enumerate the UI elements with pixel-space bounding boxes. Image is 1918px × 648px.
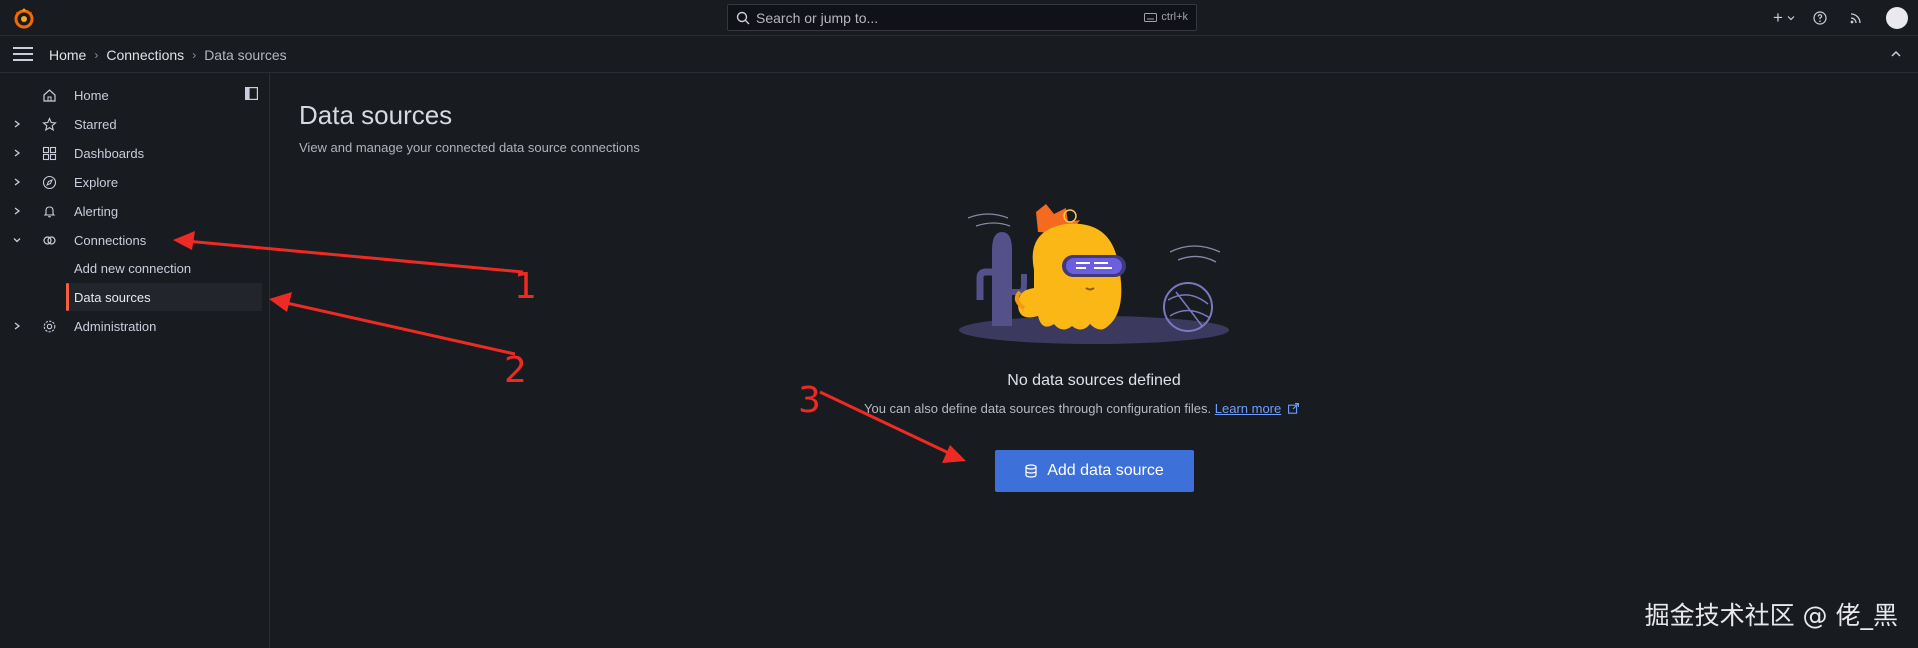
chevron-right-icon[interactable] [12, 177, 22, 187]
bell-icon [43, 206, 56, 218]
rss-icon [1850, 13, 1861, 24]
keyboard-icon [1144, 12, 1158, 22]
chevron-up-icon[interactable] [1890, 48, 1902, 60]
database-icon [1025, 464, 1037, 478]
external-link-icon[interactable] [1287, 403, 1299, 414]
compass-icon [42, 175, 57, 190]
empty-state-illustration [959, 204, 1229, 344]
breadcrumb-bar: Home › Connections › Data sources [0, 36, 1918, 73]
breadcrumb-current: Data sources [204, 47, 287, 63]
sidebar-item-label: Connections [74, 233, 147, 248]
breadcrumb: Home › Connections › Data sources [49, 47, 287, 63]
empty-state-title: No data sources defined [1007, 372, 1181, 389]
topbar-actions: + [1766, 0, 1918, 36]
sidebar-item-administration[interactable]: Administration [0, 312, 262, 340]
grid-icon [42, 146, 57, 161]
search-icon [736, 11, 750, 24]
menu-icon[interactable] [13, 47, 33, 61]
home-icon [43, 89, 56, 102]
sidebar-item-add-new-connection[interactable]: Add new connection [66, 254, 262, 282]
news-button[interactable] [1838, 0, 1874, 36]
sidebar-item-dashboards[interactable]: Dashboards [0, 139, 262, 167]
breadcrumb-connections[interactable]: Connections [106, 47, 184, 63]
user-avatar[interactable] [1886, 7, 1908, 29]
annotation-number-1: 1 [514, 266, 537, 307]
top-bar: Search or jump to... ctrl+k + [0, 0, 1918, 36]
sidebar-item-starred[interactable]: Starred [0, 110, 262, 138]
cog-icon [43, 320, 56, 333]
search-placeholder: Search or jump to... [756, 9, 879, 26]
page-subtitle: View and manage your connected data sour… [299, 140, 640, 155]
search-shortcut: ctrl+k [1144, 11, 1188, 23]
breadcrumb-separator: › [192, 48, 197, 62]
annotation-number-2: 2 [504, 350, 527, 391]
annotation-arrow-2 [269, 292, 516, 356]
sidebar-item-data-sources[interactable]: Data sources [66, 283, 262, 311]
sidebar-item-explore[interactable]: Explore [0, 168, 262, 196]
sidebar-item-home[interactable]: Home [0, 81, 262, 109]
plus-icon: + [1773, 8, 1783, 27]
empty-state-description: You can also define data sources through… [864, 401, 1324, 416]
search-shortcut-label: ctrl+k [1161, 11, 1188, 23]
chevron-right-icon[interactable] [12, 321, 22, 331]
new-menu-button[interactable]: + [1766, 0, 1802, 36]
sidebar-item-alerting[interactable]: Alerting [0, 197, 262, 225]
sidebar-item-label: Administration [74, 319, 157, 334]
sidebar-item-connections[interactable]: Connections [0, 226, 262, 254]
chevron-right-icon[interactable] [12, 119, 22, 129]
connections-icon [43, 236, 56, 245]
chevron-right-icon[interactable] [12, 148, 22, 158]
sidebar: Home Starred Dashboards Explore Alerting… [0, 73, 270, 648]
sidebar-item-label: Alerting [74, 204, 119, 219]
add-data-source-button[interactable]: Add data source [995, 450, 1194, 492]
help-icon [1813, 11, 1827, 25]
add-data-source-label: Add data source [1047, 462, 1164, 479]
chevron-right-icon[interactable] [12, 206, 22, 216]
star-icon [42, 117, 57, 132]
page-title: Data sources [299, 100, 453, 130]
sidebar-item-label: Home [74, 88, 109, 103]
grafana-logo-icon[interactable] [12, 6, 36, 30]
sidebar-item-label: Dashboards [74, 146, 145, 161]
breadcrumb-separator: › [94, 48, 99, 62]
chevron-down-icon[interactable] [12, 235, 22, 245]
watermark: 掘金技术社区 @ 佬_黑 [1644, 601, 1898, 630]
sidebar-item-label: Starred [74, 117, 117, 132]
empty-state-text: You can also define data sources through… [864, 401, 1212, 416]
search-input[interactable]: Search or jump to... ctrl+k [727, 4, 1197, 31]
sidebar-item-label: Data sources [74, 290, 151, 305]
learn-more-link[interactable]: Learn more [1215, 401, 1281, 416]
help-button[interactable] [1802, 0, 1838, 36]
breadcrumb-home[interactable]: Home [49, 47, 86, 63]
sidebar-item-label: Add new connection [74, 261, 192, 276]
chevron-down-icon [1787, 16, 1795, 21]
sidebar-item-label: Explore [74, 175, 119, 190]
annotation-number-3: 3 [798, 380, 821, 421]
